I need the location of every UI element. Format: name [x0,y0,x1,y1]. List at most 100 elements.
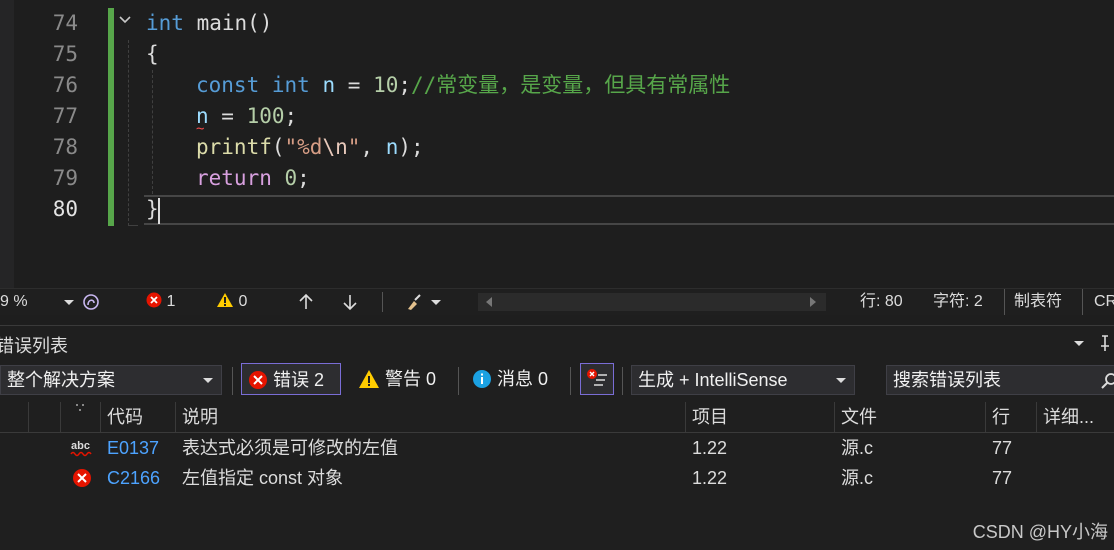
filter-list-icon [587,369,607,386]
indent-guide [128,40,129,226]
sort-dots-icon [76,404,84,411]
error-code-link[interactable]: E0137 [107,433,159,463]
status-char[interactable]: 字符: 2 [933,289,983,315]
scope-dropdown[interactable]: 整个解决方案 [0,365,222,395]
spelling-error-icon: abc [70,440,92,457]
column-header-project[interactable]: 项目 [685,402,835,432]
warning-icon [217,293,233,307]
error-description: 左值指定 const 对象 [182,468,344,488]
status-errors[interactable]: 1 [146,289,175,315]
chevron-down-icon [836,378,846,383]
scroll-left-icon[interactable] [484,296,494,308]
search-placeholder: 搜索错误列表 [893,370,1001,390]
error-file: 源.c [841,438,874,458]
text-caret [158,198,160,224]
errors-filter-button[interactable]: 错误 2 [241,363,341,395]
divider [1082,289,1083,315]
errors-button-label: 错误 2 [273,370,325,390]
line-number: 74 [52,11,78,35]
error-grid-header: 代码 说明 项目 文件 行 详细... [0,402,1114,433]
warning-count: 0 [238,293,248,310]
change-tracking-bar [108,8,114,226]
line-number: 77 [52,104,78,128]
column-header-description[interactable]: 说明 [175,402,686,432]
status-indent[interactable]: 制表符 [1014,289,1062,315]
divider [622,367,623,395]
code-line-75[interactable]: { [146,39,159,70]
collapse-chevron-icon[interactable] [117,12,133,28]
panel-title: 错误列表 [0,336,68,356]
column-header-code[interactable]: 代码 [100,402,177,432]
filter-toggle-button[interactable] [580,363,614,395]
messages-button-label: 消息 0 [497,369,549,389]
line-number: 79 [52,166,78,190]
pin-icon[interactable] [1098,334,1112,352]
scroll-right-icon[interactable] [808,296,818,308]
info-icon [473,370,491,388]
indent-guide [152,70,153,194]
code-editor[interactable]: 74 75 76 77 78 79 80 int main() { const … [0,0,1114,288]
column-header-file[interactable]: 文件 [834,402,986,432]
svg-text:abc: abc [71,440,90,452]
current-line-highlight [144,195,1114,225]
error-list-panel: 错误列表 整个解决方案 错误 2 警告 0 消息 0 生成 + IntelliS… [0,325,1114,550]
divider [458,367,459,395]
code-line-74[interactable]: int main() [146,8,272,39]
error-count: 1 [166,293,176,310]
fold-end-marker [128,225,138,226]
error-line: 77 [992,468,1013,488]
divider [232,367,233,395]
error-file: 源.c [841,468,874,488]
build-intellisense-dropdown[interactable]: 生成 + IntelliSense [631,365,855,395]
code-line-80[interactable]: } [146,194,159,225]
editor-status-bar: 9 % 1 0 行: 80 字符: 2 制表符 CR [0,288,1114,315]
code-line-78[interactable]: printf("%d\n", n); [196,132,424,163]
error-project: 1.22 [692,468,728,488]
arrow-up-icon[interactable] [298,293,314,311]
code-line-76[interactable]: const int n = 10;//常变量，是变量，但具有常属性 [196,70,730,101]
error-list-toolbar: 整个解决方案 错误 2 警告 0 消息 0 生成 + IntelliSense [0,363,1114,399]
line-number-current: 80 [52,197,78,221]
status-eol[interactable]: CR [1094,289,1114,315]
error-icon [73,469,91,487]
error-icon [249,371,267,389]
column-header-sort[interactable] [60,402,101,432]
error-row[interactable]: abc E0137 表达式必须是可修改的左值 1.22 源.c 77 [0,433,1114,463]
search-icon [1101,373,1114,389]
arrow-down-icon[interactable] [342,293,358,311]
column-header-detail[interactable]: 详细... [1036,402,1114,432]
panel-menu-chevron-icon[interactable] [1074,341,1084,346]
error-code-link[interactable]: C2166 [107,463,160,493]
watermark: CSDN @HY小海 [972,522,1108,542]
code-line-77[interactable]: n = 100; [196,101,297,132]
warnings-button-label: 警告 0 [385,369,437,389]
divider [382,292,383,312]
error-description: 表达式必须是可修改的左值 [182,438,398,458]
divider [1004,289,1005,315]
error-row[interactable]: C2166 左值指定 const 对象 1.22 源.c 77 [0,463,1114,493]
zoom-dropdown[interactable]: 9 % [0,289,28,315]
line-number: 76 [52,73,78,97]
cleanup-chevron-icon[interactable] [431,300,441,305]
error-icon [146,292,162,308]
zoom-chevron-icon[interactable] [64,300,74,305]
warnings-filter-button[interactable]: 警告 0 [358,363,436,395]
messages-filter-button[interactable]: 消息 0 [472,363,548,395]
error-line: 77 [992,438,1013,458]
line-number: 78 [52,135,78,159]
status-line[interactable]: 行: 80 [860,289,903,315]
status-warnings[interactable]: 0 [216,289,247,315]
divider [570,367,571,395]
editor-margin [0,0,14,288]
zoom-value: 9 % [0,293,28,310]
error-project: 1.22 [692,438,728,458]
search-error-list-input[interactable]: 搜索错误列表 [886,365,1114,395]
horizontal-scrollbar[interactable] [478,293,826,311]
code-cleanup-brush-icon[interactable] [404,293,424,311]
build-filter-value: 生成 + IntelliSense [638,370,788,390]
intellicode-icon[interactable] [82,293,100,311]
warning-icon [359,370,379,388]
column-header-line[interactable]: 行 [985,402,1037,432]
code-line-79[interactable]: return 0; [196,163,310,194]
line-number: 75 [52,42,78,66]
